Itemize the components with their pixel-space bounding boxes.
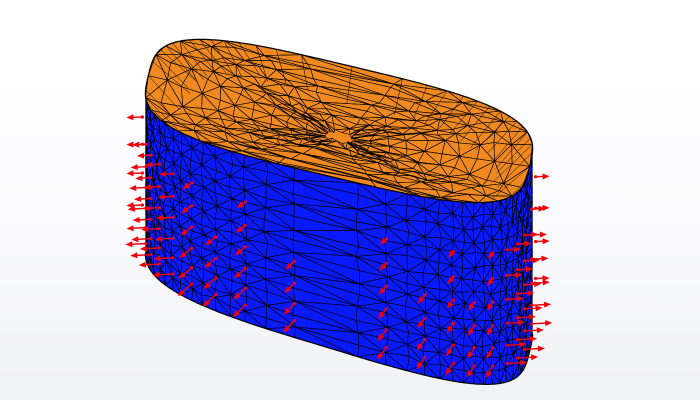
force-arrow-icon [129,185,148,191]
force-arrow-icon [534,275,550,282]
force-arrow-icon [534,173,550,180]
graphics-viewport[interactable] [0,0,700,400]
force-arrow-icon [126,202,144,209]
fea-mesh-model[interactable] [0,0,700,400]
force-arrow-icon [530,301,552,308]
force-arrow-icon [534,238,550,245]
force-arrow-icon [126,114,144,121]
force-arrow-icon [126,170,144,177]
force-arrow-icon [126,141,144,148]
force-arrow-icon [530,320,553,327]
force-arrow-icon [125,241,148,248]
force-arrow-icon [130,164,148,171]
